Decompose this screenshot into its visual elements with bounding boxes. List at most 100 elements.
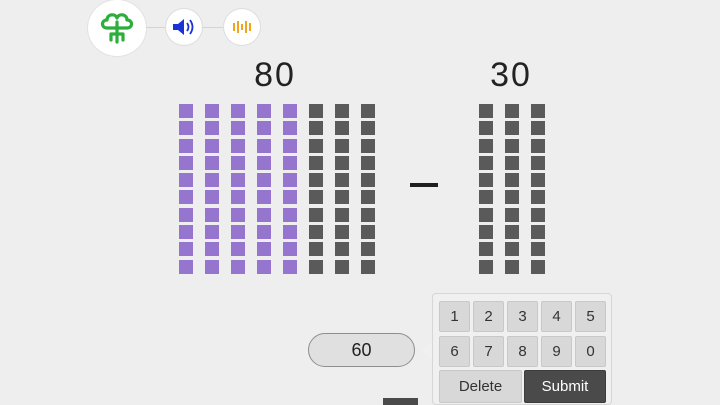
unit-cube xyxy=(505,138,519,153)
ten-rod[interactable] xyxy=(335,104,349,277)
ten-rod[interactable] xyxy=(231,104,245,277)
unit-cube xyxy=(531,190,545,205)
key-6[interactable]: 6 xyxy=(439,336,470,367)
unit-cube-highlighted xyxy=(231,155,245,170)
unit-cube xyxy=(505,173,519,188)
unit-cube-highlighted xyxy=(179,242,193,257)
unit-cube xyxy=(531,155,545,170)
unit-cube-highlighted xyxy=(205,259,219,274)
unit-cube-highlighted xyxy=(205,190,219,205)
speaker-button[interactable] xyxy=(166,9,202,45)
unit-cube-highlighted xyxy=(205,173,219,188)
unit-cube-highlighted xyxy=(205,138,219,153)
unit-cube-highlighted xyxy=(283,225,297,240)
unit-cube xyxy=(505,259,519,274)
unit-cube-highlighted xyxy=(257,138,271,153)
unit-cube xyxy=(361,173,375,188)
right-block-group xyxy=(479,104,559,278)
unit-cube-highlighted xyxy=(257,173,271,188)
unit-cube-highlighted xyxy=(283,121,297,136)
unit-cube xyxy=(335,121,349,136)
unit-cube-highlighted xyxy=(179,207,193,222)
unit-cube xyxy=(479,155,493,170)
key-2[interactable]: 2 xyxy=(473,301,504,332)
unit-cube xyxy=(361,207,375,222)
ten-rod[interactable] xyxy=(505,104,519,277)
unit-cube-highlighted xyxy=(179,155,193,170)
ten-rod[interactable] xyxy=(179,104,193,277)
unit-cube-highlighted xyxy=(231,259,245,274)
ten-rod[interactable] xyxy=(309,104,323,277)
unit-cube xyxy=(361,190,375,205)
unit-cube xyxy=(309,259,323,274)
ten-rod[interactable] xyxy=(531,104,545,277)
minus-sign xyxy=(410,183,438,187)
unit-cube-highlighted xyxy=(231,225,245,240)
unit-cube-highlighted xyxy=(231,121,245,136)
ten-rod[interactable] xyxy=(283,104,297,277)
unit-cube xyxy=(361,138,375,153)
unit-cube-highlighted xyxy=(283,155,297,170)
delete-button[interactable]: Delete xyxy=(439,370,522,403)
key-7[interactable]: 7 xyxy=(473,336,504,367)
key-1[interactable]: 1 xyxy=(439,301,470,332)
unit-cube-highlighted xyxy=(179,190,193,205)
unit-cube xyxy=(309,138,323,153)
unit-cube xyxy=(309,190,323,205)
unit-cube-highlighted xyxy=(257,121,271,136)
unit-cube-highlighted xyxy=(179,259,193,274)
unit-cube xyxy=(361,155,375,170)
unit-cube xyxy=(505,155,519,170)
unit-cube xyxy=(309,121,323,136)
bottom-tab[interactable] xyxy=(383,398,418,405)
unit-cube-highlighted xyxy=(179,138,193,153)
audio-wave-button[interactable] xyxy=(224,9,260,45)
unit-cube-highlighted xyxy=(283,138,297,153)
left-number: 80 xyxy=(254,56,296,94)
unit-cube xyxy=(309,173,323,188)
unit-cube xyxy=(335,190,349,205)
left-block-group xyxy=(179,104,379,278)
unit-cube-highlighted xyxy=(283,104,297,118)
unit-cube xyxy=(531,259,545,274)
unit-cube-highlighted xyxy=(283,190,297,205)
unit-cube-highlighted xyxy=(257,259,271,274)
unit-cube-highlighted xyxy=(257,242,271,257)
unit-cube xyxy=(335,155,349,170)
unit-cube xyxy=(479,259,493,274)
key-5[interactable]: 5 xyxy=(575,301,606,332)
unit-cube-highlighted xyxy=(205,225,219,240)
unit-cube xyxy=(505,242,519,257)
submit-button[interactable]: Submit xyxy=(524,370,606,403)
answer-field[interactable]: 60 xyxy=(308,333,415,367)
unit-cube xyxy=(531,173,545,188)
unit-cube-highlighted xyxy=(257,190,271,205)
key-9[interactable]: 9 xyxy=(541,336,572,367)
unit-cube xyxy=(335,259,349,274)
tree-logo-button[interactable] xyxy=(88,0,146,56)
unit-cube xyxy=(335,242,349,257)
unit-cube-highlighted xyxy=(231,173,245,188)
unit-cube xyxy=(479,138,493,153)
unit-cube xyxy=(335,225,349,240)
unit-cube-highlighted xyxy=(179,225,193,240)
ten-rod[interactable] xyxy=(205,104,219,277)
unit-cube xyxy=(479,225,493,240)
unit-cube-highlighted xyxy=(231,138,245,153)
unit-cube xyxy=(479,190,493,205)
key-3[interactable]: 3 xyxy=(507,301,538,332)
ten-rod[interactable] xyxy=(257,104,271,277)
ten-rod[interactable] xyxy=(479,104,493,277)
unit-cube-highlighted xyxy=(231,104,245,118)
unit-cube-highlighted xyxy=(257,104,271,118)
key-4[interactable]: 4 xyxy=(541,301,572,332)
key-0[interactable]: 0 xyxy=(575,336,606,367)
keypad-pointer xyxy=(421,342,432,360)
unit-cube xyxy=(505,104,519,118)
unit-cube-highlighted xyxy=(205,155,219,170)
unit-cube xyxy=(335,173,349,188)
unit-cube xyxy=(309,242,323,257)
key-8[interactable]: 8 xyxy=(507,336,538,367)
unit-cube xyxy=(309,207,323,222)
ten-rod[interactable] xyxy=(361,104,375,277)
